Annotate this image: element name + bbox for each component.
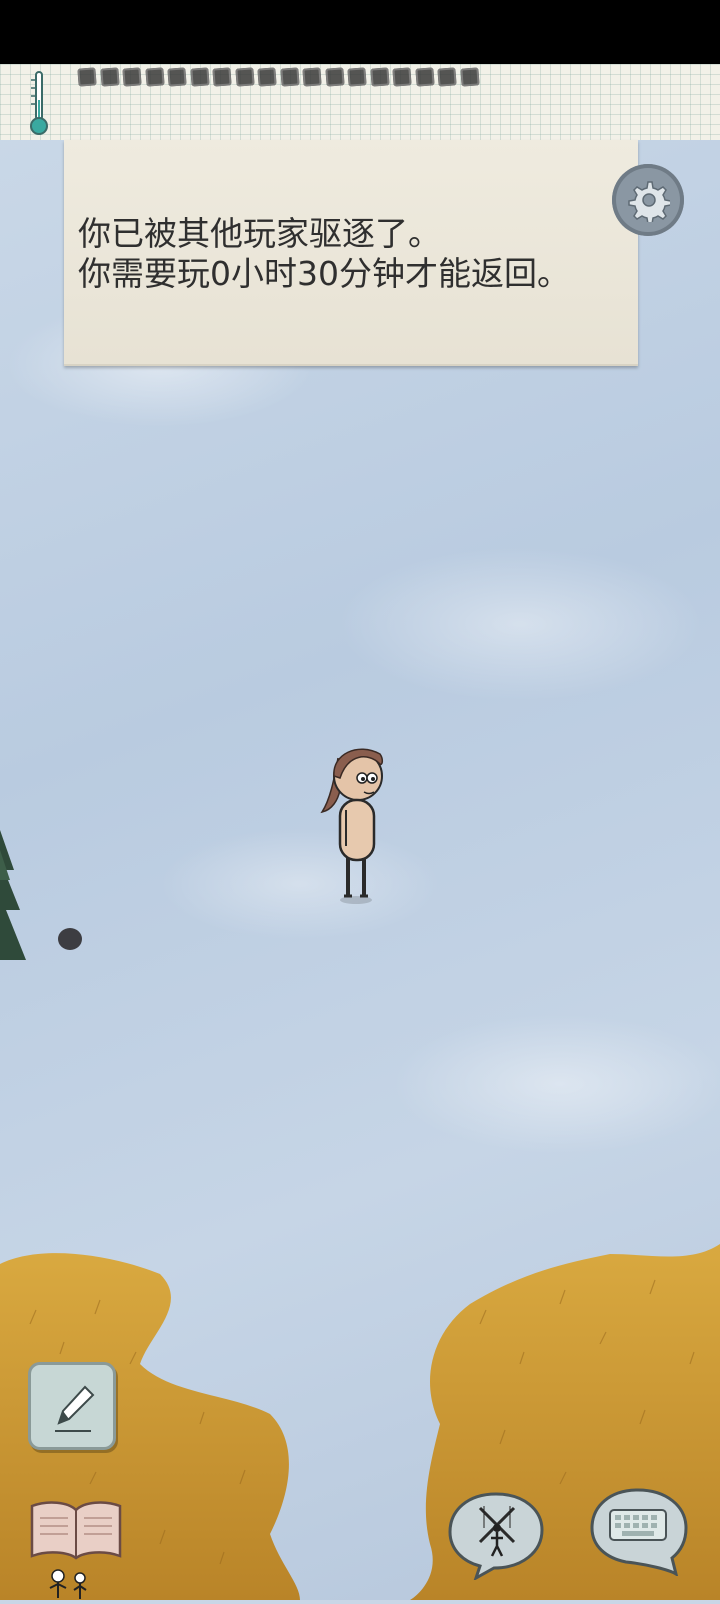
food-pip <box>122 67 142 87</box>
food-pip <box>369 67 390 87</box>
food-pip <box>302 67 322 87</box>
family-icon <box>40 1568 100 1600</box>
food-pip <box>279 67 300 87</box>
food-pip <box>99 67 120 87</box>
food-pip <box>392 67 412 87</box>
food-pip <box>189 67 210 87</box>
food-pip <box>167 67 187 87</box>
status-bar <box>0 0 720 64</box>
food-pip <box>347 67 367 87</box>
settings-button[interactable] <box>612 164 684 236</box>
pencil-icon <box>55 1385 95 1432</box>
gear-icon <box>628 181 670 222</box>
notice-line-1: 你已被其他玩家驱逐了。 <box>78 214 441 253</box>
exile-notice: 你已被其他玩家驱逐了。 你需要玩0小时30分钟才能返回。 <box>64 140 638 366</box>
food-pip <box>144 67 165 87</box>
food-pip <box>437 67 457 87</box>
food-pip <box>234 67 255 87</box>
player-character[interactable] <box>318 740 394 910</box>
food-pip <box>324 67 345 87</box>
pencil-button[interactable] <box>28 1362 116 1450</box>
food-pip <box>77 67 97 87</box>
thermometer-icon <box>28 70 50 136</box>
food-pip <box>459 67 480 87</box>
book-icon[interactable] <box>28 1496 124 1562</box>
food-pip <box>212 67 232 87</box>
stone[interactable] <box>58 928 82 950</box>
food-pip <box>257 67 277 87</box>
puppet-icon <box>448 1492 544 1582</box>
food-pip <box>414 67 435 87</box>
tree <box>0 810 34 980</box>
puppet-button[interactable] <box>444 1488 548 1582</box>
keyboard-button[interactable] <box>586 1484 690 1578</box>
keyboard-icon <box>590 1488 688 1578</box>
food-meter <box>77 67 480 87</box>
notice-text: 你已被其他玩家驱逐了。 你需要玩0小时30分钟才能返回。 <box>78 214 570 294</box>
notice-line-2: 你需要玩0小时30分钟才能返回。 <box>78 254 570 293</box>
